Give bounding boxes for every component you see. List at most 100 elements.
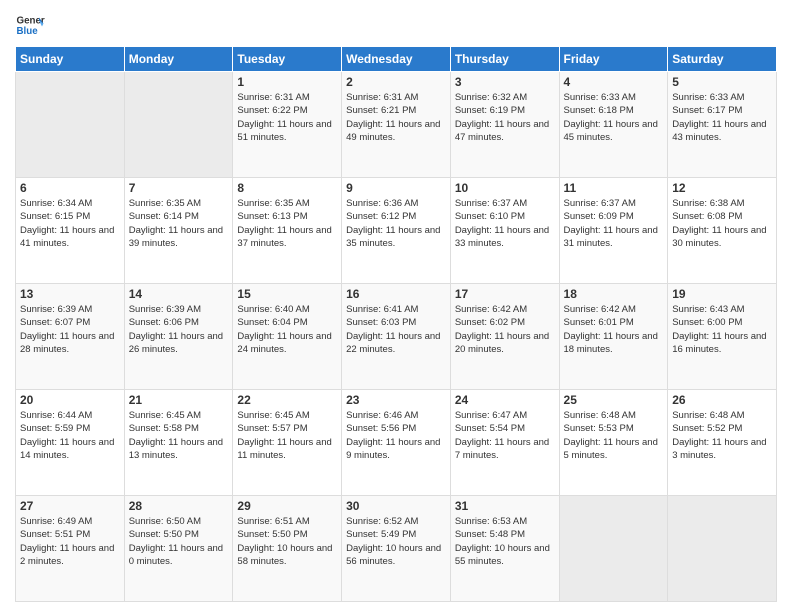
day-info: Sunrise: 6:47 AM Sunset: 5:54 PM Dayligh… bbox=[455, 409, 555, 462]
day-number: 15 bbox=[237, 287, 337, 301]
day-number: 17 bbox=[455, 287, 555, 301]
weekday-header-sunday: Sunday bbox=[16, 47, 125, 72]
day-number: 6 bbox=[20, 181, 120, 195]
calendar-cell: 30Sunrise: 6:52 AM Sunset: 5:49 PM Dayli… bbox=[342, 496, 451, 602]
logo: General Blue bbox=[15, 10, 49, 40]
day-info: Sunrise: 6:45 AM Sunset: 5:57 PM Dayligh… bbox=[237, 409, 337, 462]
day-info: Sunrise: 6:31 AM Sunset: 6:22 PM Dayligh… bbox=[237, 91, 337, 144]
svg-text:Blue: Blue bbox=[17, 26, 39, 37]
day-info: Sunrise: 6:51 AM Sunset: 5:50 PM Dayligh… bbox=[237, 515, 337, 568]
day-number: 30 bbox=[346, 499, 446, 513]
weekday-header-saturday: Saturday bbox=[668, 47, 777, 72]
week-row-2: 6 Sunrise: 6:34 AM Sunset: 6:15 PM Daylig… bbox=[16, 178, 777, 284]
calendar-cell: 6 Sunrise: 6:34 AM Sunset: 6:15 PM Daylig… bbox=[16, 178, 125, 284]
day-number: 25 bbox=[564, 393, 664, 407]
day-number: 1 bbox=[237, 75, 337, 89]
calendar-cell: 19 Sunrise: 6:43 AM Sunset: 6:00 PM Dayli… bbox=[668, 284, 777, 390]
day-info: Sunrise: 6:48 AM Sunset: 5:52 PM Dayligh… bbox=[672, 409, 772, 462]
day-number: 23 bbox=[346, 393, 446, 407]
day-info: Sunrise: 6:38 AM Sunset: 6:08 PM Dayligh… bbox=[672, 197, 772, 250]
calendar-cell: 10 Sunrise: 6:37 AM Sunset: 6:10 PM Dayli… bbox=[450, 178, 559, 284]
calendar-cell: 20 Sunrise: 6:44 AM Sunset: 5:59 PM Dayli… bbox=[16, 390, 125, 496]
day-info: Sunrise: 6:39 AM Sunset: 6:06 PM Dayligh… bbox=[129, 303, 229, 356]
day-number: 10 bbox=[455, 181, 555, 195]
calendar-cell: 11Sunrise: 6:37 AM Sunset: 6:09 PM Dayli… bbox=[559, 178, 668, 284]
day-info: Sunrise: 6:42 AM Sunset: 6:02 PM Dayligh… bbox=[455, 303, 555, 356]
week-row-4: 20 Sunrise: 6:44 AM Sunset: 5:59 PM Dayli… bbox=[16, 390, 777, 496]
calendar-cell bbox=[559, 496, 668, 602]
day-number: 20 bbox=[20, 393, 120, 407]
calendar-cell: 17 Sunrise: 6:42 AM Sunset: 6:02 PM Dayli… bbox=[450, 284, 559, 390]
day-number: 27 bbox=[20, 499, 120, 513]
weekday-header-thursday: Thursday bbox=[450, 47, 559, 72]
day-number: 2 bbox=[346, 75, 446, 89]
day-info: Sunrise: 6:34 AM Sunset: 6:15 PM Dayligh… bbox=[20, 197, 120, 250]
calendar-cell: 25 Sunrise: 6:48 AM Sunset: 5:53 PM Dayli… bbox=[559, 390, 668, 496]
calendar-cell: 26Sunrise: 6:48 AM Sunset: 5:52 PM Dayli… bbox=[668, 390, 777, 496]
calendar-cell bbox=[16, 72, 125, 178]
day-info: Sunrise: 6:49 AM Sunset: 5:51 PM Dayligh… bbox=[20, 515, 120, 568]
week-row-3: 13Sunrise: 6:39 AM Sunset: 6:07 PM Dayli… bbox=[16, 284, 777, 390]
page: General Blue SundayMondayTuesdayWednesda… bbox=[0, 0, 792, 612]
day-info: Sunrise: 6:37 AM Sunset: 6:09 PM Dayligh… bbox=[564, 197, 664, 250]
day-number: 8 bbox=[237, 181, 337, 195]
calendar-cell: 31 Sunrise: 6:53 AM Sunset: 5:48 PM Dayli… bbox=[450, 496, 559, 602]
calendar-cell: 4 Sunrise: 6:33 AM Sunset: 6:18 PM Daylig… bbox=[559, 72, 668, 178]
weekday-header-friday: Friday bbox=[559, 47, 668, 72]
day-number: 22 bbox=[237, 393, 337, 407]
day-info: Sunrise: 6:41 AM Sunset: 6:03 PM Dayligh… bbox=[346, 303, 446, 356]
calendar-cell: 22 Sunrise: 6:45 AM Sunset: 5:57 PM Dayli… bbox=[233, 390, 342, 496]
calendar-cell: 9Sunrise: 6:36 AM Sunset: 6:12 PM Daylig… bbox=[342, 178, 451, 284]
day-number: 3 bbox=[455, 75, 555, 89]
calendar-cell: 18 Sunrise: 6:42 AM Sunset: 6:01 PM Dayli… bbox=[559, 284, 668, 390]
calendar-header: SundayMondayTuesdayWednesdayThursdayFrid… bbox=[16, 47, 777, 72]
day-info: Sunrise: 6:48 AM Sunset: 5:53 PM Dayligh… bbox=[564, 409, 664, 462]
day-info: Sunrise: 6:35 AM Sunset: 6:13 PM Dayligh… bbox=[237, 197, 337, 250]
calendar-cell: 5Sunrise: 6:33 AM Sunset: 6:17 PM Daylig… bbox=[668, 72, 777, 178]
calendar-cell: 16 Sunrise: 6:41 AM Sunset: 6:03 PM Dayli… bbox=[342, 284, 451, 390]
calendar-cell: 13Sunrise: 6:39 AM Sunset: 6:07 PM Dayli… bbox=[16, 284, 125, 390]
day-info: Sunrise: 6:53 AM Sunset: 5:48 PM Dayligh… bbox=[455, 515, 555, 568]
day-info: Sunrise: 6:33 AM Sunset: 6:18 PM Dayligh… bbox=[564, 91, 664, 144]
calendar-cell: 29Sunrise: 6:51 AM Sunset: 5:50 PM Dayli… bbox=[233, 496, 342, 602]
weekday-header-monday: Monday bbox=[124, 47, 233, 72]
calendar-cell: 23 Sunrise: 6:46 AM Sunset: 5:56 PM Dayli… bbox=[342, 390, 451, 496]
day-info: Sunrise: 6:46 AM Sunset: 5:56 PM Dayligh… bbox=[346, 409, 446, 462]
calendar-cell: 2 Sunrise: 6:31 AM Sunset: 6:21 PM Daylig… bbox=[342, 72, 451, 178]
header: General Blue bbox=[15, 10, 777, 40]
calendar-cell: 15 Sunrise: 6:40 AM Sunset: 6:04 PM Dayli… bbox=[233, 284, 342, 390]
day-info: Sunrise: 6:45 AM Sunset: 5:58 PM Dayligh… bbox=[129, 409, 229, 462]
calendar-cell: 3 Sunrise: 6:32 AM Sunset: 6:19 PM Daylig… bbox=[450, 72, 559, 178]
logo-icon: General Blue bbox=[15, 10, 45, 40]
day-info: Sunrise: 6:40 AM Sunset: 6:04 PM Dayligh… bbox=[237, 303, 337, 356]
day-info: Sunrise: 6:33 AM Sunset: 6:17 PM Dayligh… bbox=[672, 91, 772, 144]
weekday-header-row: SundayMondayTuesdayWednesdayThursdayFrid… bbox=[16, 47, 777, 72]
day-info: Sunrise: 6:50 AM Sunset: 5:50 PM Dayligh… bbox=[129, 515, 229, 568]
day-info: Sunrise: 6:43 AM Sunset: 6:00 PM Dayligh… bbox=[672, 303, 772, 356]
calendar-cell: 7Sunrise: 6:35 AM Sunset: 6:14 PM Daylig… bbox=[124, 178, 233, 284]
day-info: Sunrise: 6:42 AM Sunset: 6:01 PM Dayligh… bbox=[564, 303, 664, 356]
day-info: Sunrise: 6:31 AM Sunset: 6:21 PM Dayligh… bbox=[346, 91, 446, 144]
day-number: 28 bbox=[129, 499, 229, 513]
day-info: Sunrise: 6:37 AM Sunset: 6:10 PM Dayligh… bbox=[455, 197, 555, 250]
day-number: 14 bbox=[129, 287, 229, 301]
day-number: 19 bbox=[672, 287, 772, 301]
day-number: 16 bbox=[346, 287, 446, 301]
calendar-table: SundayMondayTuesdayWednesdayThursdayFrid… bbox=[15, 46, 777, 602]
calendar-cell: 24 Sunrise: 6:47 AM Sunset: 5:54 PM Dayli… bbox=[450, 390, 559, 496]
calendar-cell: 12Sunrise: 6:38 AM Sunset: 6:08 PM Dayli… bbox=[668, 178, 777, 284]
day-number: 24 bbox=[455, 393, 555, 407]
calendar-body: 1 Sunrise: 6:31 AM Sunset: 6:22 PM Daylig… bbox=[16, 72, 777, 602]
day-info: Sunrise: 6:44 AM Sunset: 5:59 PM Dayligh… bbox=[20, 409, 120, 462]
day-number: 31 bbox=[455, 499, 555, 513]
day-number: 7 bbox=[129, 181, 229, 195]
day-info: Sunrise: 6:32 AM Sunset: 6:19 PM Dayligh… bbox=[455, 91, 555, 144]
calendar-cell: 27 Sunrise: 6:49 AM Sunset: 5:51 PM Dayli… bbox=[16, 496, 125, 602]
day-number: 13 bbox=[20, 287, 120, 301]
day-number: 4 bbox=[564, 75, 664, 89]
week-row-5: 27 Sunrise: 6:49 AM Sunset: 5:51 PM Dayli… bbox=[16, 496, 777, 602]
weekday-header-wednesday: Wednesday bbox=[342, 47, 451, 72]
calendar-cell: 8 Sunrise: 6:35 AM Sunset: 6:13 PM Daylig… bbox=[233, 178, 342, 284]
week-row-1: 1 Sunrise: 6:31 AM Sunset: 6:22 PM Daylig… bbox=[16, 72, 777, 178]
day-number: 18 bbox=[564, 287, 664, 301]
